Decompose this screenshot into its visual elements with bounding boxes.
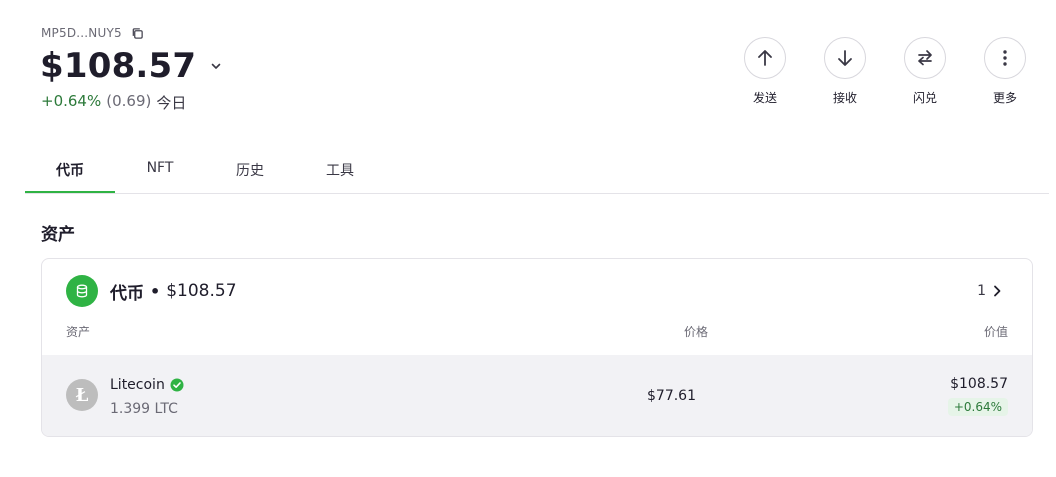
asset-balance: 1.399 LTC (110, 401, 178, 417)
tab-bar: 代币 NFT 历史 工具 (25, 148, 1049, 194)
verified-check-icon (170, 378, 184, 392)
receive-button[interactable]: 接收 (824, 37, 866, 106)
receive-circle[interactable] (824, 37, 866, 79)
title-separator: • (150, 281, 161, 301)
tab-history[interactable]: 历史 (205, 148, 295, 193)
receive-label: 接收 (832, 91, 857, 105)
wallet-address: MP5D...NUY5 (41, 26, 144, 40)
assets-heading: 资产 (41, 225, 75, 245)
arrow-up-icon (758, 50, 772, 66)
chevron-right-icon (994, 285, 1001, 297)
total-balance: $108.57 (40, 46, 197, 86)
tokens-count-link[interactable]: 1 (977, 283, 1002, 299)
more-label: 更多 (992, 91, 1017, 105)
change-absolute: (0.69) (106, 92, 152, 110)
column-header-value: 价值 (983, 325, 1008, 339)
swap-circle[interactable] (904, 37, 946, 79)
swap-label: 闪兑 (912, 91, 937, 105)
column-header-price: 价格 (683, 325, 708, 339)
litecoin-logo-icon: Ł (66, 379, 98, 411)
swap-icon (918, 50, 932, 66)
tokens-card-amount: $108.57 (166, 281, 237, 301)
tokens-count: 1 (977, 283, 986, 299)
change-percent: +0.64% (41, 92, 102, 110)
send-label: 发送 (752, 91, 777, 105)
tab-tokens[interactable]: 代币 (25, 148, 115, 193)
table-row[interactable]: Ł Litecoin 1.399 LTC $77.61 $108.57 +0.6… (42, 355, 1032, 436)
more-circle[interactable] (984, 37, 1026, 79)
tokens-card-title: 代币 (110, 283, 144, 304)
balance-row[interactable]: $108.57 (40, 46, 222, 86)
action-bar: 发送 接收 闪兑 更多 (744, 37, 1026, 106)
swap-button[interactable]: 闪兑 (904, 37, 946, 106)
tab-nft[interactable]: NFT (115, 148, 205, 193)
send-button[interactable]: 发送 (744, 37, 786, 106)
asset-value: $108.57 (950, 376, 1008, 392)
tab-tools[interactable]: 工具 (295, 148, 385, 193)
copy-icon[interactable] (131, 27, 144, 40)
change-period: 今日 (156, 94, 187, 112)
address-text: MP5D...NUY5 (41, 26, 122, 40)
tokens-card: 代币 • $108.57 1 资产 价格 价值 Ł Litecoin 1.399… (41, 258, 1033, 437)
tokens-card-header: 代币 • $108.57 (66, 275, 237, 307)
arrow-down-icon (838, 50, 852, 66)
database-icon (66, 275, 98, 307)
send-circle[interactable] (744, 37, 786, 79)
chevron-down-icon[interactable] (210, 60, 222, 72)
asset-price: $77.61 (647, 388, 696, 404)
more-vertical-icon (1003, 50, 1007, 66)
more-button[interactable]: 更多 (984, 37, 1026, 106)
asset-name-text: Litecoin (110, 377, 165, 393)
balance-change: +0.64% (0.69) 今日 (41, 92, 186, 113)
asset-change-badge: +0.64% (947, 398, 1008, 416)
column-header-asset: 资产 (66, 325, 91, 339)
asset-name: Litecoin (110, 377, 184, 393)
